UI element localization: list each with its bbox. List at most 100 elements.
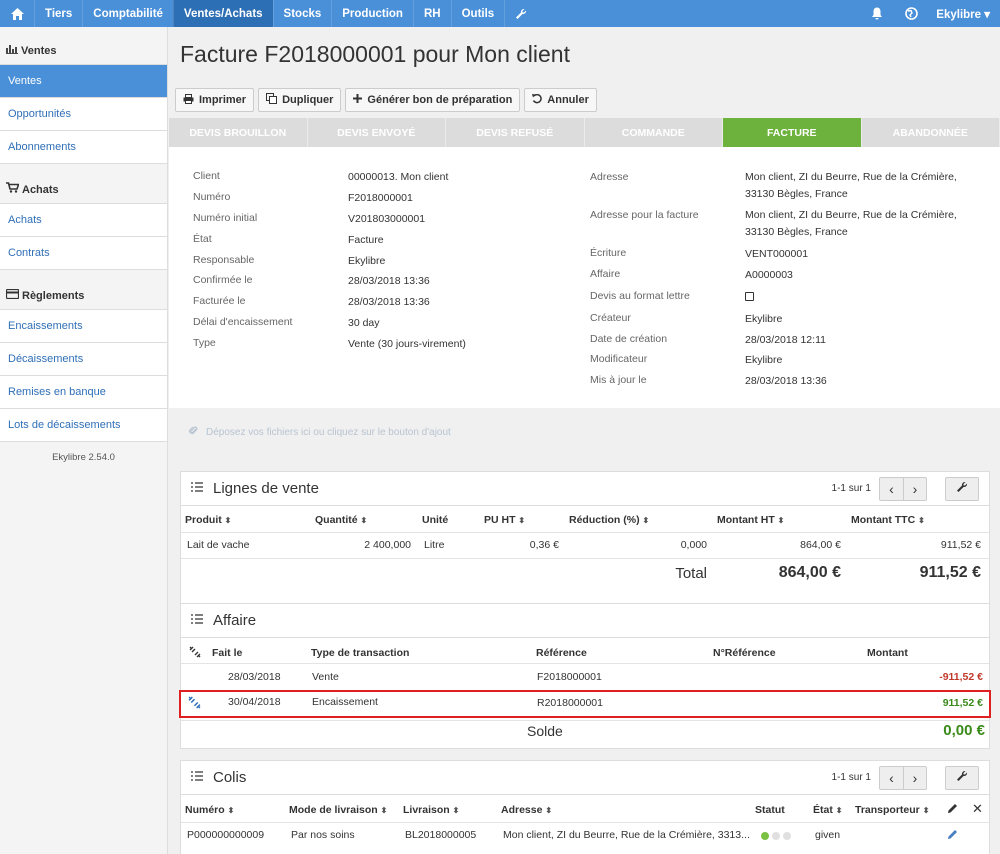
col-fait-le: Fait le <box>212 647 243 659</box>
wrench-icon[interactable] <box>504 0 537 27</box>
close-icon[interactable]: ✕ <box>972 801 983 817</box>
menu-stocks[interactable]: Stocks <box>272 0 332 27</box>
generate-preparation-button[interactable]: Générer bon de préparation <box>345 88 521 112</box>
col-label: Livraison <box>403 804 450 816</box>
affaire-row2-ref[interactable]: R2018000001 <box>537 697 603 709</box>
print-button[interactable]: Imprimer <box>175 88 255 112</box>
type-value: Vente (30 jours-virement) <box>348 338 466 350</box>
col-produit[interactable]: Produit ⬍ <box>185 514 231 526</box>
sidebar-item-opportunites[interactable]: Opportunités <box>0 98 167 131</box>
col-quantite[interactable]: Quantité ⬍ <box>315 514 367 526</box>
col-etat[interactable]: État ⬍ <box>813 804 842 816</box>
sidebar-item-label: Remises en banque <box>8 386 106 398</box>
col-label: PU HT <box>484 514 516 526</box>
col-pu-ht[interactable]: PU HT ⬍ <box>484 514 525 526</box>
edit-pencil-icon[interactable] <box>947 829 958 843</box>
menu-ventes-achats[interactable]: Ventes/Achats <box>172 0 273 27</box>
delai-label: Délai d'encaissement <box>193 316 293 328</box>
cancel-button-label: Annuler <box>547 94 589 106</box>
paperclip-icon <box>188 425 198 439</box>
bell-icon[interactable] <box>860 7 894 20</box>
sidebar-section-ventes: Ventes <box>0 27 167 65</box>
col-label: Mode de livraison <box>289 804 378 816</box>
duplicate-button[interactable]: Dupliquer <box>258 88 342 112</box>
affaire-row1-date: 28/03/2018 <box>228 671 281 683</box>
sidebar-item-decaissements[interactable]: Décaissements <box>0 343 167 376</box>
colis-livraison: BL2018000005 <box>405 829 477 841</box>
col-mode-livraison[interactable]: Mode de livraison ⬍ <box>289 804 387 816</box>
top-navbar: Tiers Comptabilité Ventes/Achats Stocks … <box>0 0 1000 27</box>
sale-lines-panel: Lignes de vente 1-1 sur 1 ‹ › Produit ⬍ … <box>180 471 990 617</box>
client-label: Client <box>193 170 220 182</box>
colis-adresse: Mon client, ZI du Beurre, Rue de la Crém… <box>503 829 750 841</box>
sidebar-item-remises[interactable]: Remises en banque <box>0 376 167 409</box>
colis-title: Colis <box>213 769 247 786</box>
file-dropzone[interactable]: Déposez vos fichiers ici ou cliquez sur … <box>169 417 1000 447</box>
list-icon <box>191 482 203 495</box>
col-adresse[interactable]: Adresse ⬍ <box>501 804 552 816</box>
sidebar-item-label: Abonnements <box>8 141 76 153</box>
unlink-icon[interactable] <box>188 696 201 712</box>
col-numero[interactable]: Numéro ⬍ <box>185 804 234 816</box>
client-link[interactable]: 00000013. Mon client <box>348 171 448 183</box>
menu-comptabilite[interactable]: Comptabilité <box>82 0 173 27</box>
step-devis-brouillon[interactable]: DEVIS BROUILLON <box>169 118 308 147</box>
chevron-left-icon[interactable]: ‹ <box>880 767 903 789</box>
chevron-right-icon[interactable]: › <box>903 477 926 500</box>
user-menu[interactable]: Ekylibre ▾ <box>928 7 1000 21</box>
sidebar-item-encaissements[interactable]: Encaissements <box>0 310 167 343</box>
sidebar-item-contrats[interactable]: Contrats <box>0 237 167 270</box>
step-devis-envoye[interactable]: DEVIS ENVOYÉ <box>307 118 446 147</box>
wrench-icon <box>956 770 968 785</box>
col-reduction[interactable]: Réduction (%) ⬍ <box>569 514 649 526</box>
devis-lettre-checkbox[interactable] <box>745 292 754 301</box>
facturee-value: 28/03/2018 13:36 <box>348 296 430 308</box>
chevron-left-icon[interactable]: ‹ <box>880 478 903 500</box>
col-unite[interactable]: Unité <box>422 514 448 526</box>
col-label: Montant HT <box>717 514 775 526</box>
modificateur-label: Modificateur <box>590 353 648 365</box>
step-abandonnee[interactable]: ABANDONNÉE <box>861 118 1000 147</box>
step-facture[interactable]: FACTURE <box>723 118 862 147</box>
col-label: Quantité <box>315 514 358 526</box>
status-dot-grey <box>783 832 791 840</box>
cancel-button[interactable]: Annuler <box>524 88 597 112</box>
table-settings-button[interactable] <box>945 476 979 501</box>
table-settings-button[interactable] <box>945 765 979 790</box>
date-creation-value: 28/03/2018 12:11 <box>745 334 826 346</box>
col-transporteur[interactable]: Transporteur ⬍ <box>855 804 929 816</box>
col-montant-ttc[interactable]: Montant TTC ⬍ <box>851 514 925 526</box>
menu-outils[interactable]: Outils <box>450 0 505 27</box>
col-montant-ht[interactable]: Montant HT ⬍ <box>717 514 784 526</box>
chevron-right-icon[interactable]: › <box>903 766 926 789</box>
pencil-icon[interactable] <box>947 803 958 817</box>
status-dot-green <box>761 832 769 840</box>
affaire-link[interactable]: A0000003 <box>745 269 793 281</box>
sidebar-section-title: Règlements <box>22 290 85 302</box>
menu-tiers[interactable]: Tiers <box>34 0 82 27</box>
menu-rh[interactable]: RH <box>412 0 451 27</box>
sidebar-item-ventes[interactable]: Ventes <box>0 65 167 98</box>
sidebar-item-achats[interactable]: Achats <box>0 204 167 237</box>
step-commande[interactable]: COMMANDE <box>584 118 723 147</box>
home-icon[interactable] <box>0 0 34 27</box>
sidebar-item-label: Lots de décaissements <box>8 419 121 431</box>
affaire-row1-ref[interactable]: F2018000001 <box>537 671 602 683</box>
col-label: Réduction (%) <box>569 514 640 526</box>
ecriture-link[interactable]: VENT000001 <box>745 248 808 260</box>
sidebar-item-lots-decaissements[interactable]: Lots de décaissements <box>0 409 167 442</box>
invoice-details: Client 00000013. Mon client Numéro F2018… <box>169 147 1000 408</box>
step-devis-refuse[interactable]: DEVIS REFUSÉ <box>446 118 585 147</box>
dropzone-text: Déposez vos fichiers ici ou cliquez sur … <box>206 426 451 438</box>
menu-production[interactable]: Production <box>331 0 413 27</box>
affaire-panel: Affaire Fait le Type de transaction Réfé… <box>179 603 991 749</box>
devis-lettre-label: Devis au format lettre <box>590 290 690 302</box>
colis-numero-link[interactable]: P000000000009 <box>187 829 264 841</box>
col-livraison[interactable]: Livraison ⬍ <box>403 804 459 816</box>
globe-icon[interactable] <box>894 7 928 20</box>
undo-icon <box>532 93 543 107</box>
confirmee-label: Confirmée le <box>193 274 253 286</box>
sidebar-item-abonnements[interactable]: Abonnements <box>0 131 167 164</box>
sidebar: Ventes Ventes Opportunités Abonnements A… <box>0 27 168 854</box>
pager-count: 1-1 sur 1 <box>831 483 871 494</box>
